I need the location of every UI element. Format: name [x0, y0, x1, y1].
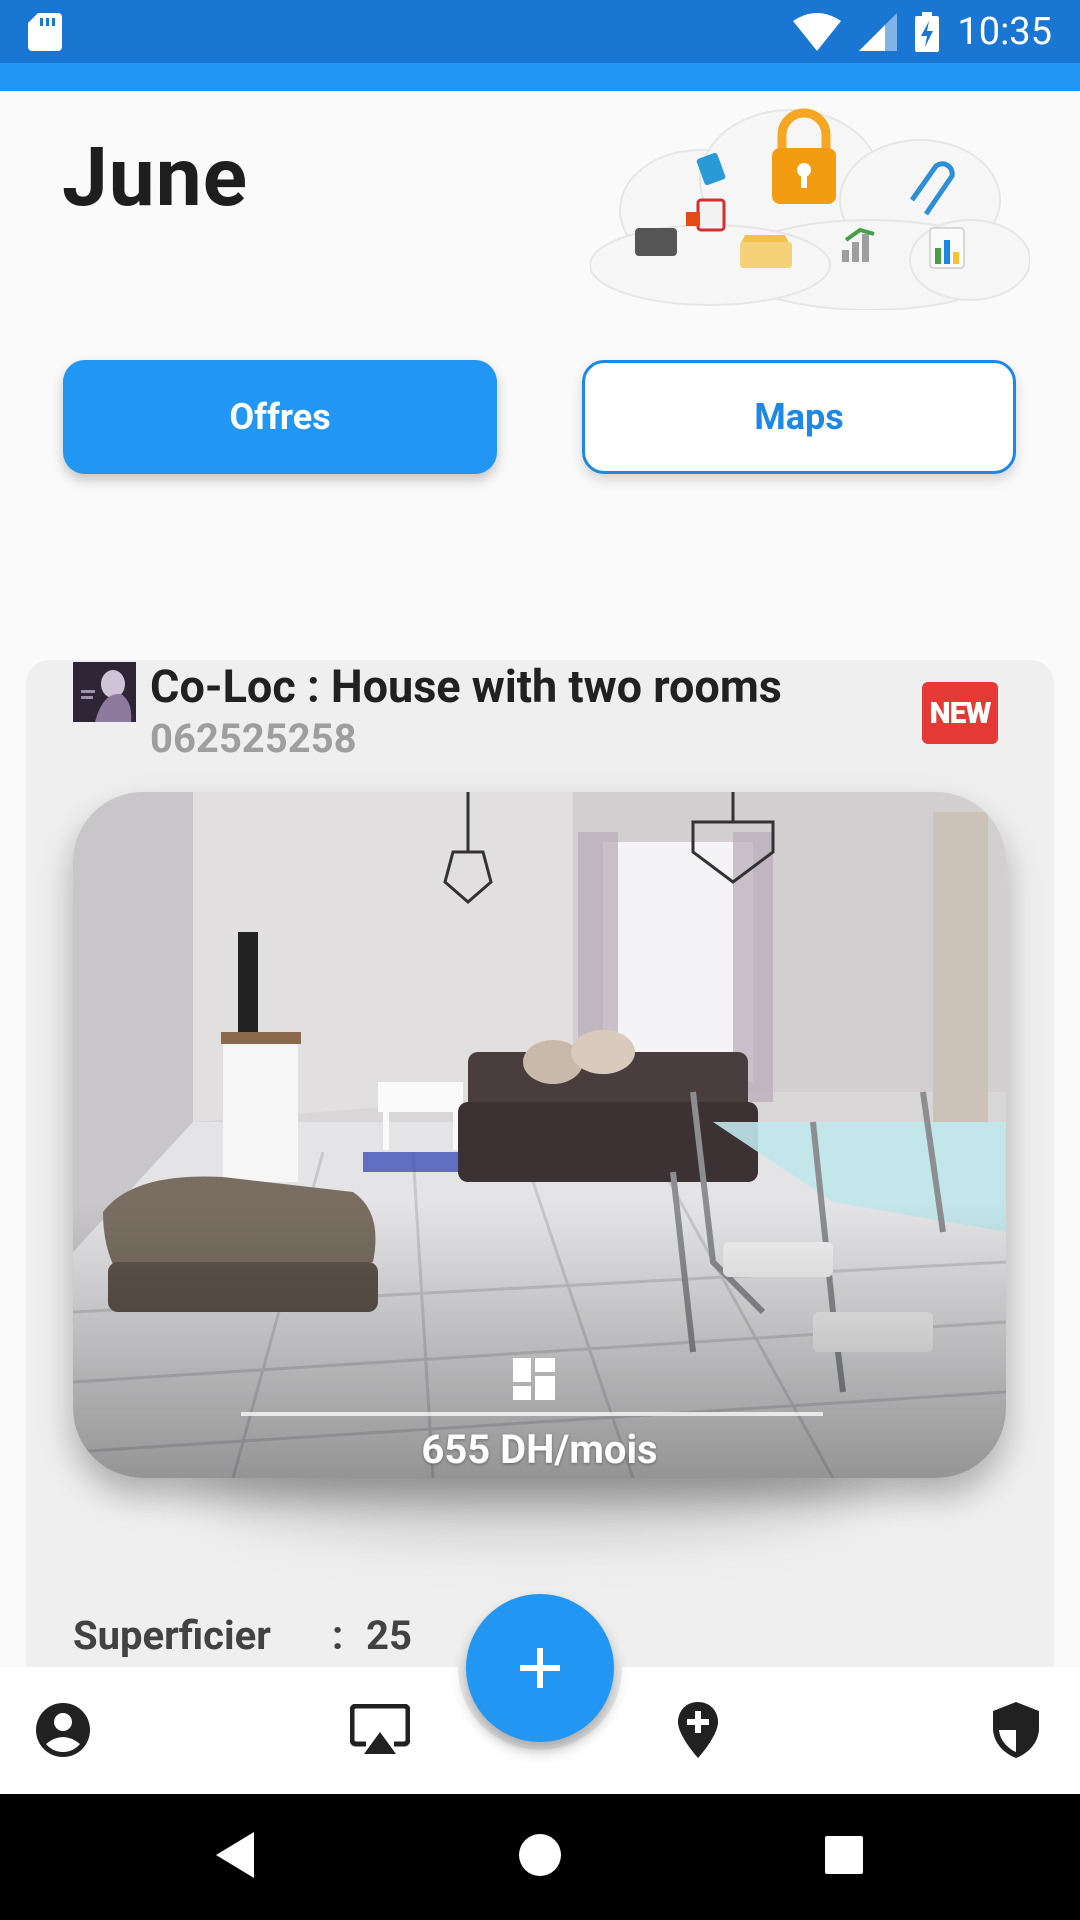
account-icon [36, 1703, 90, 1757]
spec-separator: : [332, 1612, 344, 1659]
shield-icon [993, 1702, 1039, 1758]
wifi-icon [793, 12, 842, 51]
status-time: 10:35 [957, 9, 1052, 54]
offres-button[interactable]: Offres [63, 360, 497, 474]
add-location-icon [678, 1702, 718, 1758]
maps-button[interactable]: Maps [582, 360, 1016, 474]
spec-value: 25 [366, 1612, 412, 1659]
nav-airplay-button[interactable] [350, 1700, 410, 1760]
page-title: June [62, 130, 248, 226]
gallery-icon[interactable] [513, 1358, 555, 1400]
system-recents-button[interactable] [823, 1830, 865, 1880]
recents-square-icon [825, 1836, 863, 1874]
price-overlay: 655 DH/mois [73, 1350, 1006, 1473]
add-button[interactable] [466, 1594, 614, 1742]
status-bar: 10:35 [0, 0, 1080, 63]
battery-charging-icon [915, 11, 940, 52]
spec-label: Superficier [73, 1612, 271, 1659]
cloud-storage-illustration [590, 108, 1030, 310]
system-back-button[interactable] [214, 1830, 258, 1880]
listing-title[interactable]: Co-Loc : House with two rooms [150, 660, 782, 713]
new-badge: NEW [922, 682, 998, 744]
nav-account-button[interactable] [33, 1700, 93, 1760]
listing-price: 655 DH/mois [421, 1426, 658, 1473]
signal-icon [859, 12, 898, 51]
listing-phone[interactable]: 062525258 [150, 715, 357, 762]
avatar-image [73, 662, 136, 722]
home-circle-icon [519, 1834, 561, 1876]
sd-card-icon [28, 12, 62, 51]
photo-divider [241, 1412, 823, 1416]
back-triangle-icon [216, 1832, 254, 1878]
owner-avatar [73, 662, 136, 722]
app-bar [0, 63, 1080, 91]
add-icon [520, 1648, 560, 1688]
system-home-button[interactable] [518, 1830, 562, 1880]
nav-add-location-button[interactable] [668, 1700, 728, 1760]
airplay-icon [350, 1704, 410, 1754]
nav-security-button[interactable] [986, 1700, 1046, 1760]
